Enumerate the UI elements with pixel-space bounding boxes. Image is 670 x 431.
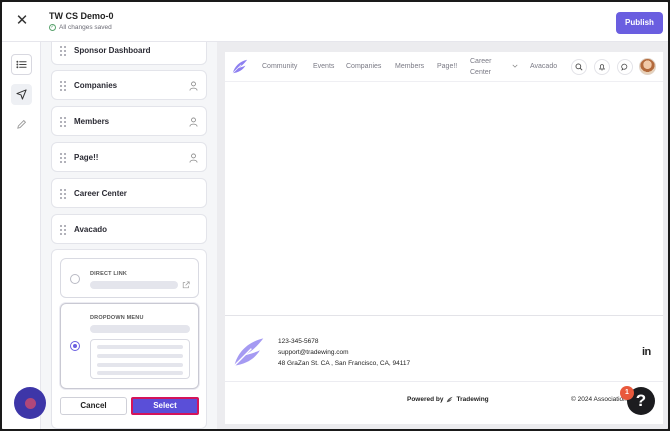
site-preview: Community Events Companies Members Page!… [225, 52, 663, 424]
direct-link-label: DIRECT LINK [90, 271, 128, 277]
preview-nav-members[interactable]: Members [395, 52, 424, 82]
skeleton-line [97, 371, 183, 375]
preview-nav-companies[interactable]: Companies [346, 52, 381, 82]
preview-nav-page[interactable]: Page!! [437, 52, 457, 82]
nav-item-label: Career Center [74, 189, 127, 198]
preview-nav-avacado[interactable]: Avacado [530, 52, 557, 82]
nav-item-label: Page!! [74, 153, 99, 162]
nav-item-sponsor-dashboard[interactable]: Sponsor Dashboard [51, 42, 207, 65]
footer-email[interactable]: support@tradewing.com [278, 349, 349, 356]
nav-item-label: Companies [74, 81, 118, 90]
nav-item-label: Avacado [74, 225, 108, 234]
skeleton-bar [90, 325, 190, 333]
record-dot-icon [24, 397, 36, 409]
person-icon [189, 81, 198, 91]
footer-phone: 123-345-5678 [278, 338, 319, 345]
skeleton-line [97, 345, 183, 349]
drag-handle-icon[interactable] [60, 189, 66, 199]
navigation-panel: Sponsor Dashboard Companies Members Page… [41, 42, 217, 429]
nav-item-career-center[interactable]: Career Center [51, 178, 207, 208]
preview-nav-community[interactable]: Community [262, 52, 297, 82]
copyright-text: © 2024 Association [571, 396, 627, 403]
skeleton-line [97, 363, 183, 367]
user-avatar[interactable] [639, 58, 656, 75]
person-icon [189, 117, 198, 127]
dropdown-menu-option[interactable]: DROPDOWN MENU [60, 303, 199, 389]
drag-handle-icon[interactable] [60, 46, 66, 56]
external-link-icon [182, 281, 190, 289]
nav-item-page[interactable]: Page!! [51, 142, 207, 172]
publish-button[interactable]: Publish [616, 12, 663, 34]
footer-logo-icon [233, 338, 264, 367]
preview-nav-events[interactable]: Events [313, 52, 334, 82]
direct-link-radio[interactable] [70, 274, 80, 284]
check-circle-icon: ✓ [49, 24, 56, 31]
career-line-2: Center [470, 69, 492, 76]
dropdown-menu-radio[interactable] [70, 341, 80, 351]
linkedin-icon[interactable]: in [642, 346, 656, 359]
page-title: TW CS Demo-0 [49, 11, 114, 21]
list-icon[interactable] [11, 54, 32, 75]
powered-by: Powered by Tradewing [407, 396, 489, 403]
save-status: ✓ All changes saved [49, 24, 112, 31]
bell-icon[interactable] [594, 59, 610, 75]
nav-item-avacado[interactable]: Avacado [51, 214, 207, 244]
navigate-icon[interactable] [11, 84, 32, 105]
powered-by-brand: Tradewing [456, 396, 489, 403]
preview-nav-career-center[interactable]: Career Center [470, 57, 491, 77]
career-line-1: Career [470, 58, 492, 65]
skeleton-line [97, 354, 183, 358]
top-header: ✕ TW CS Demo-0 ✓ All changes saved Publi… [2, 2, 668, 42]
record-button[interactable] [14, 387, 46, 419]
preview-navbar: Community Events Companies Members Page!… [225, 52, 663, 82]
chat-icon[interactable] [617, 59, 633, 75]
person-icon [189, 153, 198, 163]
site-logo-icon [232, 59, 248, 74]
dropdown-menu-label: DROPDOWN MENU [90, 315, 144, 321]
pencil-icon[interactable] [11, 114, 32, 135]
notification-badge: 1 [620, 386, 634, 400]
direct-link-option[interactable]: DIRECT LINK [60, 258, 199, 298]
preview-footer: 123-345-5678 support@tradewing.com 48 Gr… [225, 315, 663, 424]
footer-divider [225, 381, 663, 382]
tradewing-logo-icon [447, 396, 454, 403]
skeleton-bar [90, 281, 178, 289]
drag-handle-icon[interactable] [60, 117, 66, 127]
close-icon[interactable]: ✕ [14, 13, 30, 29]
drag-handle-icon[interactable] [60, 81, 66, 91]
nav-item-members[interactable]: Members [51, 106, 207, 136]
drag-handle-icon[interactable] [60, 153, 66, 163]
chevron-down-icon[interactable] [512, 63, 518, 69]
dropdown-preview [90, 339, 190, 379]
app-frame: ✕ TW CS Demo-0 ✓ All changes saved Publi… [0, 0, 670, 431]
powered-by-prefix: Powered by [407, 396, 444, 403]
nav-item-label: Sponsor Dashboard [74, 46, 151, 55]
drag-handle-icon[interactable] [60, 225, 66, 235]
search-icon[interactable] [571, 59, 587, 75]
nav-item-label: Members [74, 117, 110, 126]
left-rail [2, 42, 41, 429]
footer-address: 48 GraZan St. CA , San Francisco, CA, 94… [278, 360, 411, 367]
save-status-text: All changes saved [59, 24, 112, 31]
select-button[interactable]: Select [131, 397, 199, 415]
cancel-button[interactable]: Cancel [60, 397, 127, 415]
nav-item-companies[interactable]: Companies [51, 70, 207, 100]
